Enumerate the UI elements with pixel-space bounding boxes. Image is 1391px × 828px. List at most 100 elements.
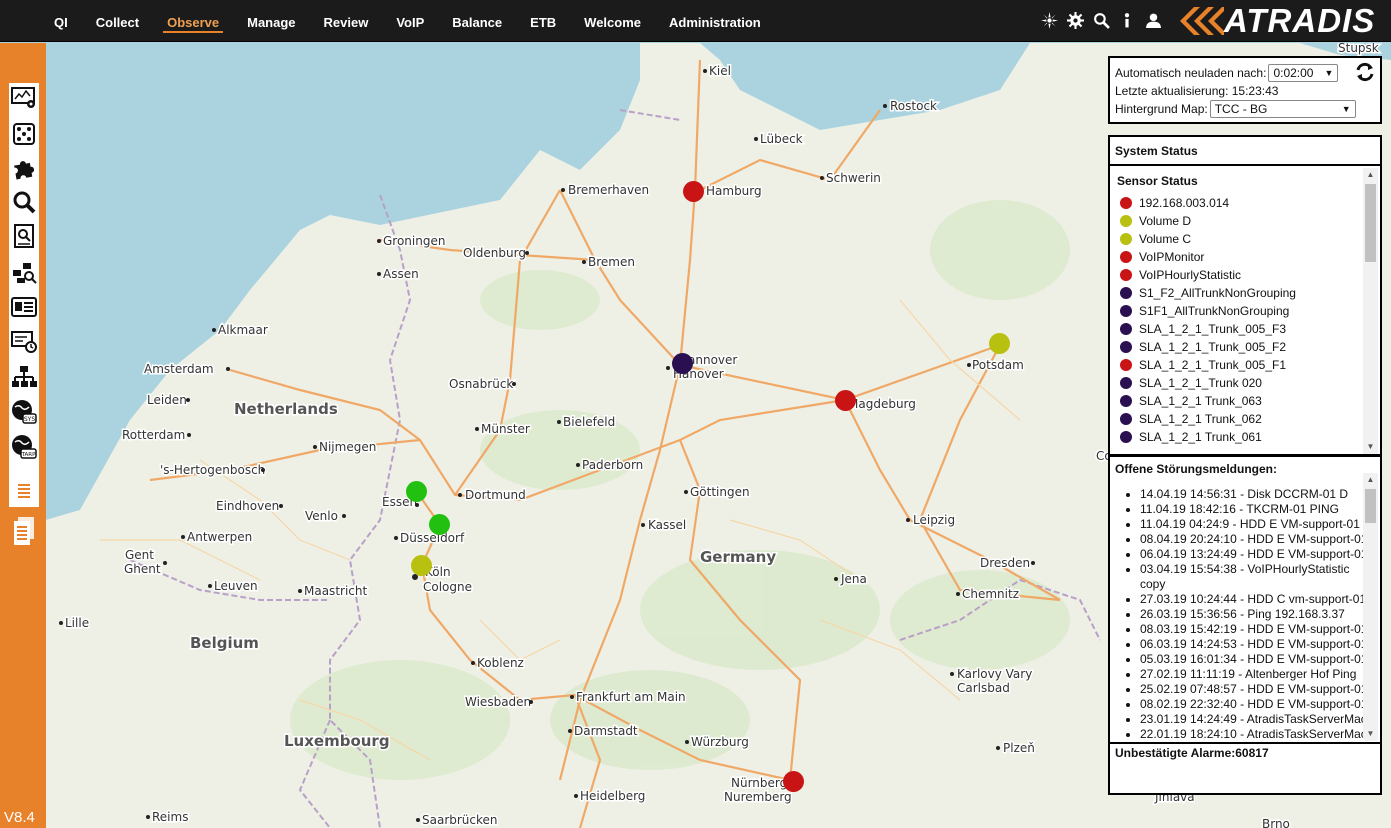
search-icon[interactable] — [1092, 10, 1110, 30]
sensor-name: VoIPHourlyStatistic — [1139, 268, 1242, 282]
nav-item-welcome[interactable]: Welcome — [570, 0, 655, 42]
sensor-item[interactable]: 192.168.003.014 — [1120, 194, 1380, 212]
incident-item[interactable]: 26.03.19 15:36:56 - Ping 192.168.3.37 — [1140, 607, 1372, 622]
status-dot-icon — [1120, 269, 1132, 281]
incident-item[interactable]: 06.04.19 13:24:49 - HDD E VM-support-01 — [1140, 547, 1372, 562]
sensor-item[interactable]: Volume D — [1120, 212, 1380, 230]
refresh-icon[interactable] — [1355, 62, 1375, 82]
incident-item[interactable]: 27.03.19 10:24:44 - HDD C vm-support-01 — [1140, 592, 1372, 607]
monitor-clock-icon[interactable] — [10, 327, 38, 357]
incident-item[interactable]: 08.03.19 15:42:19 - HDD E VM-support-01 — [1140, 622, 1372, 637]
sensor-item[interactable]: SLA_1_2_1_Trunk_005_F3 — [1120, 320, 1380, 338]
nav-item-balance[interactable]: Balance — [438, 0, 516, 42]
nav-item-administration[interactable]: Administration — [655, 0, 775, 42]
documents-icon[interactable] — [10, 515, 38, 547]
sunburst-icon[interactable] — [1040, 10, 1058, 30]
incident-item[interactable]: 23.01.19 14:24:49 - AtradisTaskServerMac — [1140, 712, 1372, 727]
svg-text:TARP: TARP — [21, 452, 37, 458]
system-status-panel[interactable]: System Status — [1108, 135, 1382, 166]
sensor-scroll-thumb[interactable] — [1365, 184, 1376, 262]
nav-item-manage[interactable]: Manage — [233, 0, 309, 42]
essen-marker[interactable] — [406, 481, 427, 502]
nav-item-qi[interactable]: QI — [40, 0, 82, 42]
status-dot-icon — [1120, 305, 1132, 317]
incident-item[interactable]: 27.02.19 11:11:19 - Altenberger Hof Ping — [1140, 667, 1372, 682]
hierarchy-icon[interactable] — [10, 362, 38, 392]
incident-item[interactable]: 05.03.19 16:01:34 - HDD E VM-support-01 — [1140, 652, 1372, 667]
atradis-logo: ATRADIS — [1176, 2, 1375, 39]
sensor-item[interactable]: S1F1_AllTrunkNonGrouping — [1120, 302, 1380, 320]
incident-item[interactable]: 08.02.19 22:32:40 - HDD E VM-support-01 — [1140, 697, 1372, 712]
sensor-item[interactable]: SLA_1_2_1 Trunk_061 — [1120, 428, 1380, 446]
map-label-brno: Brno — [1262, 817, 1290, 828]
sensor-item[interactable]: SLA_1_2_1_Trunk_005_F1 — [1120, 356, 1380, 374]
sensor-item[interactable]: VoIPHourlyStatistic — [1120, 266, 1380, 284]
incident-item[interactable]: 11.04.19 18:42:16 - TKCRM-01 PING — [1140, 502, 1372, 517]
globe-tarp-icon[interactable]: TARP — [10, 432, 38, 462]
map-label-gent: Gent — [125, 548, 154, 562]
report-search-icon[interactable] — [10, 221, 38, 251]
network-search-icon[interactable] — [10, 257, 38, 287]
gear-icon[interactable] — [1066, 10, 1084, 30]
hannover-marker[interactable] — [672, 353, 693, 374]
sensor-item[interactable]: SLA_1_2_1 Trunk_063 — [1120, 392, 1380, 410]
sensor-item[interactable]: S1_F2_AllTrunkNonGrouping — [1120, 284, 1380, 302]
left-sidebar: SYS TARP V8.4 — [0, 43, 46, 828]
sensor-item[interactable]: SLA_1_2_1_Trunk 020 — [1120, 374, 1380, 392]
globe-sys-icon[interactable]: SYS — [10, 397, 38, 427]
map-label-goettingen: Göttingen — [690, 485, 750, 499]
chevron-down-icon: ▼ — [1324, 68, 1334, 78]
incident-item[interactable]: 14.04.19 14:56:31 - Disk DCCRM-01 D — [1140, 487, 1372, 502]
document-icon[interactable] — [10, 475, 38, 507]
scroll-up-icon[interactable]: ▲ — [1363, 473, 1378, 487]
status-dot-icon — [1120, 359, 1132, 371]
map-label-nuernberg: Nürnberg — [731, 776, 787, 790]
status-dot-icon — [1120, 377, 1132, 389]
status-dot-icon — [1120, 323, 1132, 335]
sensor-status-title: Sensor Status — [1117, 174, 1198, 188]
map-label-saarbruecken: Saarbrücken — [422, 813, 498, 827]
sensor-scrollbar[interactable]: ▲ ▼ — [1363, 168, 1378, 454]
magdeburg-marker[interactable] — [835, 390, 856, 411]
incident-item[interactable]: 03.04.19 15:54:38 - VoIPHourlyStatistic … — [1140, 562, 1372, 592]
incident-item[interactable]: 11.04.19 04:24:9 - HDD E VM-support-01 — [1140, 517, 1372, 532]
potsdam-marker[interactable] — [989, 333, 1010, 354]
incident-item[interactable]: 22.01.19 18:24:10 - AtradisTaskServerMac — [1140, 727, 1372, 742]
nuernberg-marker[interactable] — [783, 771, 804, 792]
scroll-down-icon[interactable]: ▼ — [1363, 440, 1378, 454]
user-icon[interactable] — [1144, 10, 1162, 30]
incident-item[interactable]: 25.02.19 07:48:57 - HDD E VM-support-01 — [1140, 682, 1372, 697]
scroll-down-icon[interactable]: ▼ — [1363, 727, 1378, 741]
auto-reload-label: Automatisch neuladen nach: — [1115, 66, 1267, 80]
nav-item-review[interactable]: Review — [310, 0, 383, 42]
puzzle-icon[interactable] — [10, 153, 38, 183]
background-map-select[interactable]: TCC - BG ▼ — [1209, 100, 1356, 118]
reload-interval-select[interactable]: 0:02:00 ▼ — [1268, 64, 1339, 82]
scroll-up-icon[interactable]: ▲ — [1363, 168, 1378, 182]
nav-item-etb[interactable]: ETB — [516, 0, 570, 42]
nav-item-observe[interactable]: Observe — [153, 0, 233, 42]
map-label-darmstadt: Darmstadt — [574, 724, 638, 738]
monitor-settings-icon[interactable] — [10, 83, 38, 113]
duesseldorf-marker[interactable] — [429, 514, 450, 535]
map-label-maastricht: Maastricht — [304, 584, 367, 598]
nav-item-voip[interactable]: VoIP — [382, 0, 438, 42]
incident-scrollbar[interactable]: ▲ ▼ — [1363, 473, 1378, 741]
dice-icon[interactable] — [10, 119, 38, 149]
incident-item[interactable]: 06.03.19 14:24:53 - HDD E VM-support-01 — [1140, 637, 1372, 652]
unconfirmed-alarms-panel[interactable]: Unbestätigte Alarme:60817 — [1108, 742, 1382, 795]
sensor-name: SLA_1_2_1 Trunk_061 — [1139, 430, 1262, 444]
sensor-item[interactable]: VoIPMonitor — [1120, 248, 1380, 266]
map-label-lille: Lille — [65, 616, 89, 630]
incident-item[interactable]: 08.04.19 20:24:10 - HDD E VM-support-01 — [1140, 532, 1372, 547]
id-card-icon[interactable] — [10, 292, 38, 322]
koeln-marker[interactable] — [411, 555, 432, 576]
sensor-item[interactable]: Volume C — [1120, 230, 1380, 248]
hamburg-marker[interactable] — [683, 181, 704, 202]
magnifier-icon[interactable] — [10, 187, 38, 217]
sensor-item[interactable]: SLA_1_2_1 Trunk_062 — [1120, 410, 1380, 428]
sensor-item[interactable]: SLA_1_2_1_Trunk_005_F2 — [1120, 338, 1380, 356]
info-icon[interactable] — [1118, 10, 1136, 30]
nav-item-collect[interactable]: Collect — [82, 0, 153, 42]
incident-scroll-thumb[interactable] — [1365, 489, 1376, 523]
